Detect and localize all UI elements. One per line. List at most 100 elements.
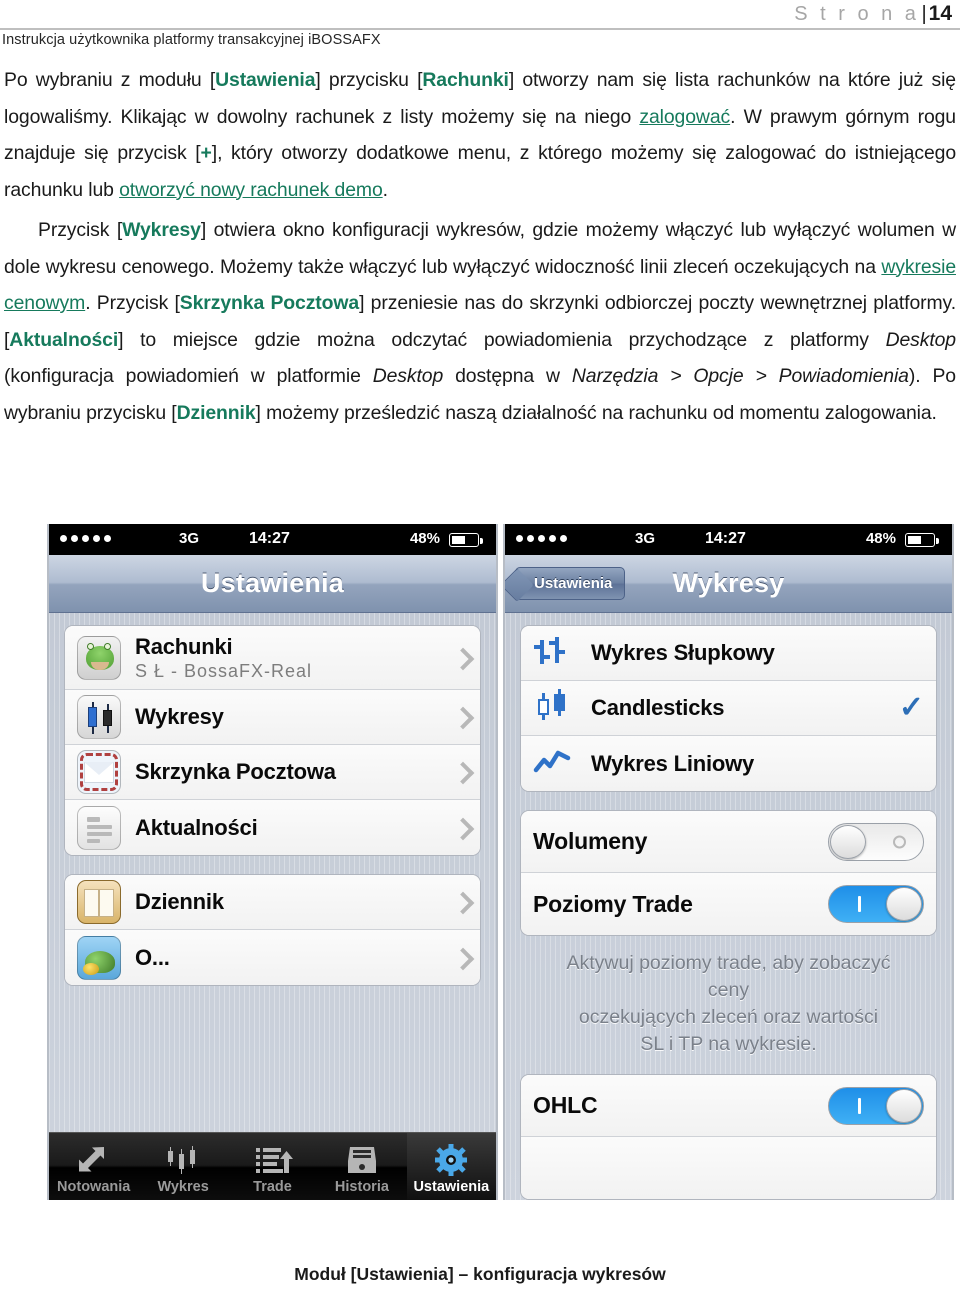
tab-label: Historia: [334, 1179, 389, 1195]
setting-row-wolumeny[interactable]: Wolumeny: [521, 811, 936, 873]
setting-text: Wolumeny: [533, 828, 828, 855]
keyword-plus: +: [200, 142, 212, 164]
phone-screenshot-charts: 3G 14:27 48% Ustawienia Wykresy Wykres S…: [503, 524, 954, 1200]
settings-group-secondary: Dziennik O...: [64, 874, 481, 986]
page-number: 14: [928, 2, 952, 25]
list-item-text: Rachunki S Ł - BossaFX-Real: [135, 634, 449, 682]
signal-dots-icon: [516, 535, 567, 542]
keyword-skrzynka-pocztowa: Skrzynka Pocztowa: [179, 292, 360, 314]
mail-envelope-icon: [77, 750, 121, 794]
list-item-text: Candlesticks: [591, 695, 893, 721]
settings-group-primary: Rachunki S Ł - BossaFX-Real Wykresy Skrz…: [64, 625, 481, 856]
setting-row-ohlc[interactable]: OHLC: [521, 1075, 936, 1137]
page-indicator: S t r o n a |14: [794, 2, 952, 26]
list-item-text: Aktualności: [135, 815, 449, 841]
back-button-ustawienia[interactable]: Ustawienia: [515, 567, 626, 600]
battery-icon: [449, 533, 483, 547]
tab-label: Wykres: [157, 1179, 209, 1195]
link-zalogowac[interactable]: zalogować: [639, 106, 730, 128]
poziomy-trade-footer-note: Aktywuj poziomy trade, aby zobaczyć ceny…: [529, 950, 928, 1058]
list-item-aktualnosci[interactable]: Aktualności: [65, 800, 480, 855]
text-run: Przycisk [: [38, 219, 123, 241]
text-run: ] możemy prześledzić naszą działalność n…: [255, 401, 937, 424]
setting-text: OHLC: [533, 1092, 828, 1119]
text-run: ] to miejsce gdzie można odczytać powiad…: [118, 328, 886, 351]
list-item-wykres-liniowy[interactable]: Wykres Liniowy: [521, 736, 936, 791]
candles-icon: [163, 1143, 203, 1177]
text-run: .: [382, 178, 388, 201]
note-line: ceny: [707, 979, 750, 1001]
toggle-knob: [886, 1088, 922, 1123]
battery-percent-label: 48%: [409, 530, 440, 547]
keyword-ustawienia: Ustawienia: [215, 69, 316, 91]
charts-table-view: Wykres Słupkowy Candlesticks ✓ Wykres Li…: [505, 613, 952, 1200]
back-button-label: Ustawienia: [534, 575, 613, 592]
list-item-candlesticks[interactable]: Candlesticks ✓: [521, 681, 936, 736]
carrier-label: 3G: [179, 530, 200, 547]
list-item-title: Candlesticks: [591, 695, 725, 720]
text-run: dostępna w: [443, 365, 572, 387]
tab-label: Notowania: [57, 1179, 131, 1195]
setting-label: Wolumeny: [533, 828, 648, 854]
document-header: S t r o n a |14 Instrukcja użytkownika pl…: [0, 0, 960, 52]
list-item-text: Wykresy: [135, 704, 449, 730]
tab-historia[interactable]: Historia: [317, 1133, 406, 1200]
list-item-title: O...: [135, 944, 170, 970]
chart-options-group: Wolumeny Poziomy Trade: [520, 810, 937, 936]
toggle-on-mark-icon: [858, 896, 861, 912]
chevron-right-icon: [455, 761, 468, 783]
nav-title: Wykresy: [672, 568, 785, 598]
list-item-o-about[interactable]: O...: [65, 930, 480, 985]
chevron-right-icon: [455, 947, 468, 969]
setting-row-poziomy-trade[interactable]: Poziomy Trade: [521, 873, 936, 935]
toggle-wolumeny[interactable]: [828, 822, 924, 861]
keyword-dziennik: Dziennik: [176, 401, 256, 424]
list-item-title: Aktualności: [135, 814, 258, 840]
nav-title: Ustawienia: [200, 568, 345, 598]
clock-label: 14:27: [249, 530, 290, 547]
candlestick-icon: [533, 686, 577, 730]
toggle-ohlc[interactable]: [828, 1086, 924, 1125]
list-item-rachunki[interactable]: Rachunki S Ł - BossaFX-Real: [65, 626, 480, 690]
toggle-poziomy-trade[interactable]: [828, 885, 924, 923]
keyword-wykresy: Wykresy: [122, 219, 201, 241]
tab-trade[interactable]: Trade: [228, 1133, 317, 1200]
setting-label: OHLC: [533, 1092, 598, 1118]
tab-ustawienia[interactable]: Ustawienia: [406, 1133, 496, 1200]
italic-desktop-2: Desktop: [372, 365, 444, 387]
list-item-title: Wykres Liniowy: [591, 750, 755, 776]
checkmark-icon: ✓: [898, 691, 924, 724]
note-line: oczekujących zleceń oraz wartości: [578, 1006, 879, 1028]
list-item-title: Dziennik: [135, 889, 224, 914]
chart-type-group: Wykres Słupkowy Candlesticks ✓ Wykres Li…: [520, 625, 937, 792]
setting-row-partial-cutoff: [521, 1137, 936, 1199]
news-list-icon: [77, 805, 121, 850]
list-item-text: Skrzynka Pocztowa: [135, 759, 449, 785]
note-line: SL i TP na wykresie.: [640, 1033, 817, 1055]
tab-wykres[interactable]: Wykres: [138, 1133, 227, 1200]
toggle-knob: [886, 887, 922, 921]
chevron-right-icon: [455, 647, 468, 669]
document-subtitle: Instrukcja użytkownika platformy transak…: [2, 32, 381, 48]
tab-label: Trade: [253, 1179, 292, 1195]
gear-icon: [431, 1143, 471, 1177]
status-bar: 3G 14:27 48%: [49, 524, 496, 555]
list-item-dziennik[interactable]: Dziennik: [65, 875, 480, 930]
link-otworzyc-nowy-rachunek-demo[interactable]: otworzyć nowy rachunek demo: [119, 179, 383, 201]
list-item-text: Wykres Słupkowy: [591, 640, 924, 666]
toggle-on-mark-icon: [858, 1097, 861, 1114]
list-item-text: Dziennik: [135, 889, 449, 915]
list-item-skrzynka-pocztowa[interactable]: Skrzynka Pocztowa: [65, 745, 480, 800]
trade-list-icon: [253, 1143, 293, 1177]
setting-label: Poziomy Trade: [533, 890, 693, 917]
list-item-wykres-slupkowy[interactable]: Wykres Słupkowy: [521, 626, 936, 681]
tab-notowania[interactable]: Notowania: [49, 1133, 138, 1200]
list-item-wykresy[interactable]: Wykresy: [65, 690, 480, 745]
chevron-right-icon: [455, 706, 468, 728]
list-item-title: Rachunki: [135, 633, 233, 659]
body-text: Po wybraniu z modułu [Ustawienia] przyci…: [4, 62, 956, 431]
figure-caption: Moduł [Ustawienia] – konfiguracja wykres…: [294, 1264, 666, 1284]
navigation-bar: Ustawienia Wykresy: [505, 555, 952, 613]
text-run: ] przycisku [: [315, 69, 423, 91]
navigation-bar: Ustawienia: [49, 555, 496, 613]
